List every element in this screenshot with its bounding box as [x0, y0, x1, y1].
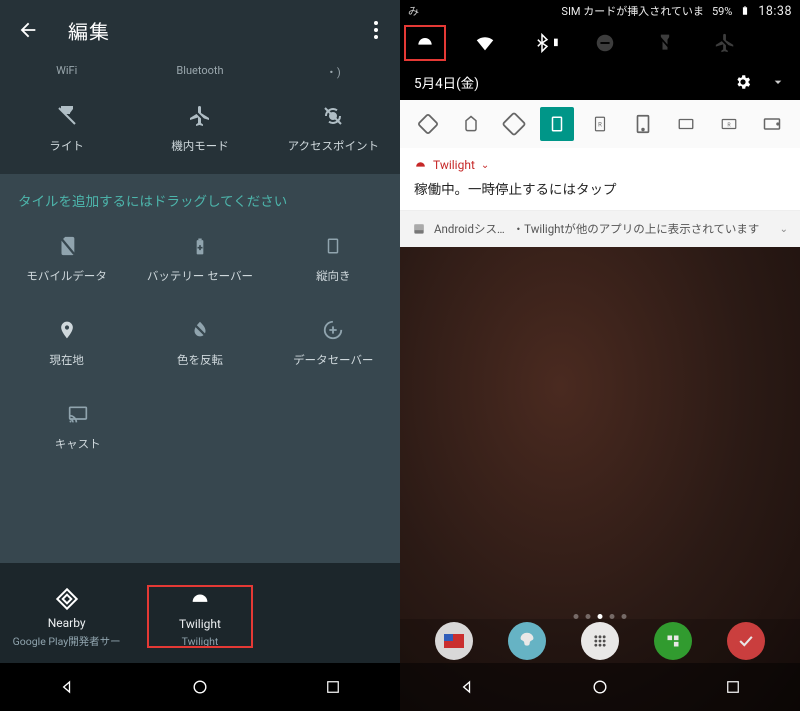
qs-flashlight-icon[interactable] [644, 28, 686, 58]
tile-bluetooth[interactable]: Bluetooth [133, 58, 266, 86]
tile-wifi[interactable]: WiFi [0, 58, 133, 86]
nav-bar [0, 663, 400, 711]
data-saver-icon [321, 318, 345, 342]
active-tile-row-partial: WiFi Bluetooth ・) [0, 58, 400, 90]
nav-back-icon[interactable] [456, 676, 478, 698]
portrait-icon [321, 234, 345, 258]
qs-wifi-icon[interactable] [464, 28, 506, 58]
tile-hotspot[interactable]: アクセスポイント [267, 98, 400, 160]
twilight-icon [187, 587, 213, 613]
tile-cast[interactable]: キャスト [14, 396, 141, 458]
sim-off-icon [55, 234, 79, 258]
notif-app-name: Twilight [433, 158, 475, 172]
airplane-off-icon [188, 104, 212, 128]
back-icon[interactable] [16, 18, 40, 42]
suggest-nearby[interactable]: Nearby Google Play開発者サー [0, 586, 133, 649]
rot-opt-9-icon[interactable] [755, 107, 789, 141]
chevron-down-icon[interactable]: ⌄ [481, 160, 489, 171]
nav-back-icon[interactable] [56, 676, 78, 698]
tile-airplane[interactable]: 機内モード [133, 98, 266, 160]
notif-body: 稼働中。一時停止するにはタップ [414, 178, 786, 198]
home-wallpaper[interactable] [400, 247, 800, 711]
nav-home-icon[interactable] [189, 676, 211, 698]
sys-notif-app: Androidシス… [434, 221, 505, 237]
suggest-twilight[interactable]: Twilight Twilight [133, 587, 266, 648]
tile-data-saver[interactable]: データセーバー [267, 312, 400, 374]
active-tile-row: ライト 機内モード アクセスポイント [0, 90, 400, 174]
dock-app-4[interactable] [654, 622, 692, 660]
rot-opt-7-landscape-icon[interactable] [669, 107, 703, 141]
dock-app-2[interactable] [508, 622, 546, 660]
qs-edit-header: 編集 [0, 0, 400, 60]
battery-plus-icon [188, 234, 212, 258]
rot-opt-4-portrait-icon[interactable] [540, 107, 574, 141]
flashlight-off-icon [55, 104, 79, 128]
rot-opt-3-icon[interactable] [497, 107, 531, 141]
tile-expand[interactable]: ・) [267, 58, 400, 86]
page-title: 編集 [68, 16, 110, 45]
twilight-notification[interactable]: Twilight ⌄ 稼働中。一時停止するにはタップ [400, 148, 800, 211]
suggestion-row: Nearby Google Play開発者サー Twilight Twiligh… [0, 563, 400, 663]
location-icon [55, 318, 79, 342]
notif-app-row: Twilight ⌄ [414, 158, 786, 172]
qs-twilight-icon[interactable] [404, 28, 446, 58]
qs-icon-row [400, 22, 800, 64]
svg-text:R: R [728, 122, 732, 128]
cast-icon [66, 402, 90, 426]
drag-hint-text: タイルを追加するにはドラッグしてください [0, 174, 400, 220]
chevron-down-icon[interactable]: ⌄ [780, 224, 788, 235]
svg-text:R: R [598, 121, 602, 128]
qs-bluetooth-icon[interactable] [524, 28, 566, 58]
rotation-toolbar: R R [400, 100, 800, 148]
tile-portrait[interactable]: 縦向き [267, 228, 400, 290]
rot-opt-5-icon[interactable]: R [583, 107, 617, 141]
status-bar: み SIM カードが挿入されていま 59% 18:38 [400, 0, 800, 22]
tile-location[interactable]: 現在地 [0, 312, 133, 374]
nav-bar [400, 663, 800, 711]
nav-home-icon[interactable] [589, 676, 611, 698]
tile-mobile-data[interactable]: モバイルデータ [0, 228, 133, 290]
nearby-icon [54, 586, 80, 612]
battery-icon [740, 4, 750, 18]
clock: 18:38 [758, 4, 792, 19]
invert-colors-off-icon [188, 318, 212, 342]
hotspot-off-icon [321, 104, 345, 128]
nav-recent-icon[interactable] [722, 676, 744, 698]
android-system-notification[interactable]: Androidシス… ・Twilightが他のアプリの上に表示されています ⌄ [400, 211, 800, 247]
tile-invert-colors[interactable]: 色を反転 [133, 312, 266, 374]
dock-app-5[interactable] [727, 622, 765, 660]
qs-dnd-icon[interactable] [584, 28, 626, 58]
nav-recent-icon[interactable] [322, 676, 344, 698]
date-text: 5月4日(金) [414, 72, 479, 92]
rot-opt-2-icon[interactable] [454, 107, 488, 141]
tile-light[interactable]: ライト [0, 98, 133, 160]
rot-opt-8-icon[interactable]: R [712, 107, 746, 141]
dock [400, 619, 800, 663]
tile-battery-saver[interactable]: バッテリー セーバー [133, 228, 266, 290]
chevron-down-icon[interactable] [770, 74, 786, 90]
more-icon[interactable] [368, 15, 384, 45]
qs-airplane-icon[interactable] [704, 28, 746, 58]
inactive-tile-row: キャスト [0, 388, 400, 472]
sys-notif-text: ・Twilightが他のアプリの上に表示されています [513, 221, 760, 237]
rot-opt-6-icon[interactable] [626, 107, 660, 141]
qs-date-row: 5月4日(金) [400, 64, 800, 100]
inactive-tile-row: 現在地 色を反転 データセーバー [0, 304, 400, 388]
dock-app-1[interactable] [435, 622, 473, 660]
rot-opt-1-icon[interactable] [411, 107, 445, 141]
dock-app-drawer[interactable] [581, 622, 619, 660]
sim-status-text: SIM カードが挿入されていま [561, 3, 704, 19]
ime-indicator: み [408, 3, 419, 19]
inactive-tile-row: モバイルデータ バッテリー セーバー 縦向き [0, 220, 400, 304]
settings-icon[interactable] [734, 73, 752, 91]
battery-percent: 59% [712, 5, 732, 18]
